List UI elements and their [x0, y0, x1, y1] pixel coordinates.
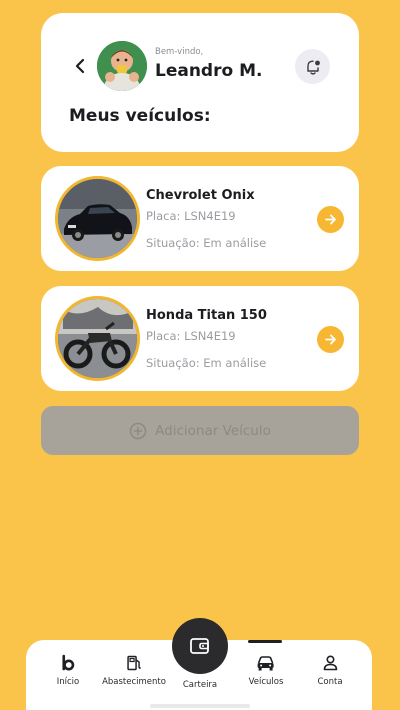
car-icon — [257, 656, 274, 671]
nav-item-abastecimento[interactable]: Abastecimento — [102, 654, 166, 687]
motorcycle-photo — [58, 299, 137, 378]
add-vehicle-button[interactable]: Adicionar Veículo — [41, 406, 359, 455]
nav-item-veiculos[interactable]: Veículos — [248, 654, 284, 687]
wallet-button[interactable] — [172, 618, 228, 674]
arrow-right-icon — [325, 334, 336, 345]
nav-label: Veículos — [248, 677, 284, 687]
vehicle-open-button[interactable] — [317, 206, 344, 233]
fuel-pump-icon — [127, 655, 141, 671]
nav-label: Conta — [317, 677, 343, 687]
arrow-right-icon — [325, 214, 336, 225]
vehicle-open-button[interactable] — [317, 326, 344, 353]
page-title: Meus veículos: — [69, 106, 211, 126]
nav-label: Abastecimento — [102, 677, 166, 687]
car-photo — [58, 179, 137, 258]
nav-item-conta[interactable]: Conta — [317, 654, 343, 687]
vehicle-plate: Placa: LSN4E19 — [146, 329, 236, 343]
notifications-button[interactable] — [295, 49, 330, 84]
brand-b-icon — [62, 654, 75, 671]
vehicle-name: Chevrolet Onix — [146, 188, 255, 203]
vehicle-plate: Placa: LSN4E19 — [146, 209, 236, 223]
greeting-text: Bem-vindo, — [155, 47, 204, 57]
add-vehicle-label: Adicionar Veículo — [155, 422, 271, 439]
avatar[interactable] — [97, 41, 147, 91]
user-icon — [323, 655, 337, 671]
nav-label: Início — [56, 677, 80, 687]
vehicle-photo — [55, 176, 140, 261]
vehicle-status: Situação: Em análise — [146, 236, 267, 250]
nav-item-inicio[interactable]: Início — [56, 654, 80, 687]
bell-notification-icon — [306, 60, 320, 75]
vehicle-card[interactable]: Honda Titan 150 Placa: LSN4E19 Situação:… — [41, 286, 359, 391]
vehicle-status: Situação: Em análise — [146, 356, 267, 370]
nav-label-carteira: Carteira — [182, 680, 218, 690]
header-card: Bem-vindo, Leandro M. Meus veículos: — [41, 13, 359, 152]
back-button[interactable] — [71, 57, 89, 75]
plus-circle-icon — [129, 422, 147, 439]
vehicle-card[interactable]: Chevrolet Onix Placa: LSN4E19 Situação: … — [41, 166, 359, 271]
vehicle-name: Honda Titan 150 — [146, 308, 267, 323]
chevron-left-icon — [75, 58, 85, 74]
vehicle-photo — [55, 296, 140, 381]
active-tab-indicator — [248, 640, 282, 643]
home-indicator — [150, 704, 250, 708]
wallet-icon — [190, 638, 209, 654]
avatar-illustration — [97, 41, 147, 91]
username: Leandro M. — [155, 61, 263, 81]
